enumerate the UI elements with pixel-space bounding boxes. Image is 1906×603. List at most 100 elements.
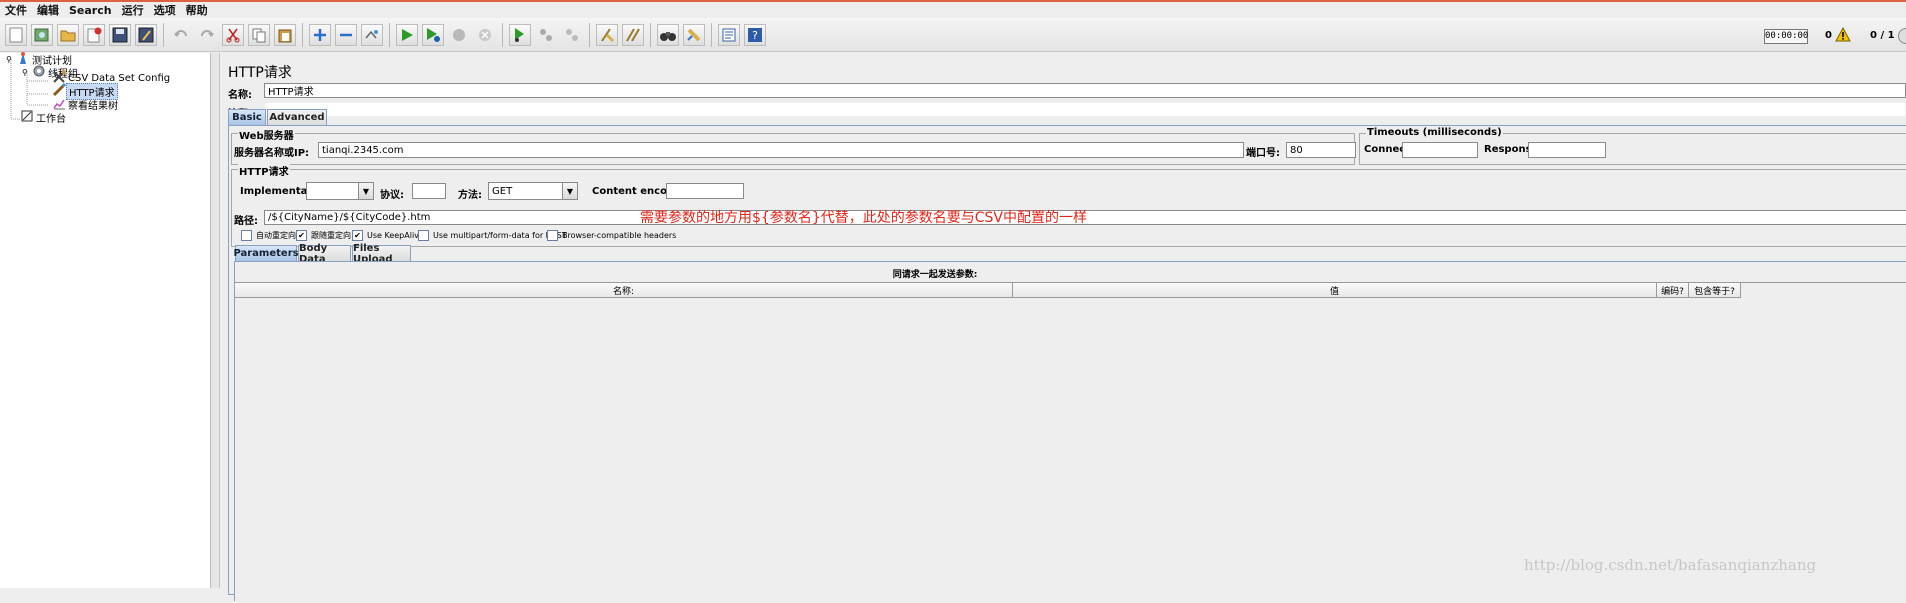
path-label: 路径: xyxy=(234,216,258,227)
params-table: 名称: 值 编码? 包含等于? xyxy=(235,282,1906,603)
toolbar-separator xyxy=(589,22,590,47)
expand-toggle-icon[interactable]: ⚲ xyxy=(22,68,32,77)
binoculars-search-icon[interactable] xyxy=(657,23,679,46)
remote-stop-icon[interactable] xyxy=(535,24,557,46)
expand-icon[interactable] xyxy=(309,23,331,46)
checkbox-box xyxy=(547,230,558,241)
checkbox-label: Browser-compatible headers xyxy=(562,231,677,240)
shutdown-icon[interactable] xyxy=(474,24,496,46)
web-server-legend: Web服务器 xyxy=(238,127,295,142)
start-icon[interactable] xyxy=(396,23,418,46)
protocol-label: 协议: xyxy=(380,190,404,201)
connect-timeout-input[interactable] xyxy=(1402,142,1478,158)
help-icon[interactable]: ? xyxy=(744,23,766,46)
annotation-note: 需要参数的地方用${参数名}代替，此处的参数名要与CSV中配置的一样 xyxy=(640,210,1087,226)
clear-icon[interactable] xyxy=(596,23,618,46)
tab-body-data[interactable]: Body Data xyxy=(298,243,351,265)
remote-start-icon[interactable] xyxy=(509,23,531,46)
dropdown-arrow-icon[interactable]: ▼ xyxy=(562,183,577,199)
save-as-icon[interactable] xyxy=(135,23,157,46)
toggle-icon[interactable] xyxy=(361,23,383,46)
implementation-select[interactable]: ▼ xyxy=(306,182,374,200)
content-encoding-input[interactable] xyxy=(666,183,744,199)
tree-node-label: 工作台 xyxy=(36,114,66,125)
menu-options[interactable]: 选项 xyxy=(149,2,181,18)
auto-redirect-checkbox[interactable]: 自动重定向 xyxy=(241,230,296,241)
column-header-value[interactable]: 值 xyxy=(1013,283,1657,297)
elapsed-timer: 00:00:00 xyxy=(1764,29,1808,44)
clear-all-icon[interactable] xyxy=(622,23,644,46)
timeouts-legend: Timeouts (milliseconds) xyxy=(1366,127,1503,138)
menu-help[interactable]: 帮助 xyxy=(181,2,213,18)
split-pane-divider[interactable] xyxy=(211,53,220,588)
column-header-encode[interactable]: 编码? xyxy=(1657,283,1689,297)
copy-icon[interactable] xyxy=(248,23,270,46)
tab-basic[interactable]: Basic xyxy=(228,109,266,125)
error-count: 0 xyxy=(1825,30,1832,41)
tree-node-label: 察看结果树 xyxy=(68,101,118,112)
tab-files-upload[interactable]: Files Upload xyxy=(352,243,411,265)
function-helper-icon[interactable] xyxy=(718,23,740,46)
warning-icon[interactable] xyxy=(1835,26,1851,45)
column-header-include-equals[interactable]: 包含等于? xyxy=(1689,283,1741,297)
toolbar: ? xyxy=(0,18,1906,52)
tab-parameters[interactable]: Parameters xyxy=(233,245,299,261)
menu-bar: 文件 编辑 Search 运行 选项 帮助 xyxy=(0,2,1906,18)
method-select[interactable]: GET ▼ xyxy=(488,182,578,200)
collapse-icon[interactable] xyxy=(335,23,357,46)
web-server-group: Web服务器 服务器名称或IP: tianqi.2345.com 端口号: 80 xyxy=(231,127,1356,165)
tree-node-workbench[interactable]: 工作台 xyxy=(20,110,68,125)
port-input[interactable]: 80 xyxy=(1286,142,1356,158)
server-name-input[interactable]: tianqi.2345.com xyxy=(318,142,1244,158)
keepalive-checkbox[interactable]: ✔ Use KeepAlive xyxy=(352,230,424,241)
reset-search-icon[interactable] xyxy=(683,23,705,46)
timeouts-group: Timeouts (milliseconds) Connect: Respons… xyxy=(1359,127,1906,165)
name-field[interactable]: HTTP请求 xyxy=(264,83,1906,98)
toolbar-separator xyxy=(502,22,503,47)
http-request-legend: HTTP请求 xyxy=(238,163,290,178)
templates-icon[interactable] xyxy=(31,23,53,46)
protocol-input[interactable] xyxy=(412,183,446,199)
close-file-icon[interactable] xyxy=(83,23,105,46)
table-header-divider xyxy=(235,297,1741,298)
checkbox-box xyxy=(418,230,429,241)
checkbox-label: 跟随重定向 xyxy=(311,231,351,240)
watermark: http://blog.csdn.net/bafasanqianzhang xyxy=(1524,556,1817,574)
stop-icon[interactable] xyxy=(448,24,470,46)
name-label: 名称: xyxy=(228,90,252,101)
server-label: 服务器名称或IP: xyxy=(234,148,310,159)
multipart-checkbox[interactable]: Use multipart/form-data for POST xyxy=(418,230,567,241)
dropdown-arrow-icon[interactable]: ▼ xyxy=(358,183,373,199)
new-icon[interactable] xyxy=(5,23,27,46)
workbench-icon xyxy=(20,109,34,126)
browser-headers-checkbox[interactable]: Browser-compatible headers xyxy=(547,230,676,241)
toolbar-separator xyxy=(163,22,164,47)
follow-redirect-checkbox[interactable]: ✔ 跟随重定向 xyxy=(296,230,351,241)
menu-search[interactable]: Search xyxy=(64,4,117,17)
open-icon[interactable] xyxy=(57,23,79,46)
start-no-pause-icon[interactable] xyxy=(422,23,444,46)
response-timeout-input[interactable] xyxy=(1528,142,1606,158)
gear-icon xyxy=(32,64,46,81)
method-label: 方法: xyxy=(458,190,482,201)
basic-tab-content: Web服务器 服务器名称或IP: tianqi.2345.com 端口号: 80… xyxy=(228,125,1906,603)
column-header-name[interactable]: 名称: xyxy=(235,283,1013,297)
undo-icon[interactable] xyxy=(170,24,192,46)
tab-advanced[interactable]: Advanced xyxy=(267,109,327,125)
comment-field[interactable] xyxy=(264,102,1906,117)
redo-icon[interactable] xyxy=(196,24,218,46)
paste-icon[interactable] xyxy=(274,23,296,46)
remote-shutdown-icon[interactable] xyxy=(561,24,583,46)
menu-file[interactable]: 文件 xyxy=(0,2,32,18)
toolbar-separator xyxy=(650,22,651,47)
checkbox-label: Use KeepAlive xyxy=(367,231,424,240)
toolbar-separator xyxy=(711,22,712,47)
save-icon[interactable] xyxy=(109,23,131,46)
expand-toggle-icon[interactable]: ⚲ xyxy=(6,55,16,64)
menu-run[interactable]: 运行 xyxy=(117,2,149,18)
cut-icon[interactable] xyxy=(222,23,244,46)
toolbar-separator xyxy=(302,22,303,47)
active-threads: 0 / 1 xyxy=(1870,30,1895,41)
port-label: 端口号: xyxy=(1246,148,1280,159)
menu-edit[interactable]: 编辑 xyxy=(32,2,64,18)
